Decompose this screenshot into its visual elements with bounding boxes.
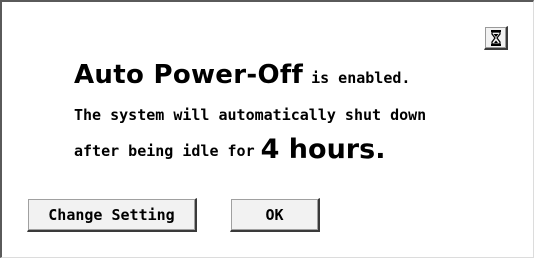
hourglass-icon [490,29,501,46]
message-line-1: Auto Power-Off is enabled. [74,60,410,90]
ok-button[interactable]: OK [230,198,320,232]
message-line-2: The system will automatically shut down [74,106,427,124]
idle-text: after being idle for [74,142,255,160]
auto-power-off-dialog: Auto Power-Off is enabled. The system wil… [0,0,534,258]
change-setting-button[interactable]: Change Setting [27,198,197,232]
message-line-3: after being idle for 4 hours. [74,132,386,165]
idle-duration: 4 hours. [260,134,386,165]
feature-title: Auto Power-Off [74,60,304,90]
feature-status: is enabled. [311,69,411,87]
hourglass-button[interactable] [484,26,508,50]
